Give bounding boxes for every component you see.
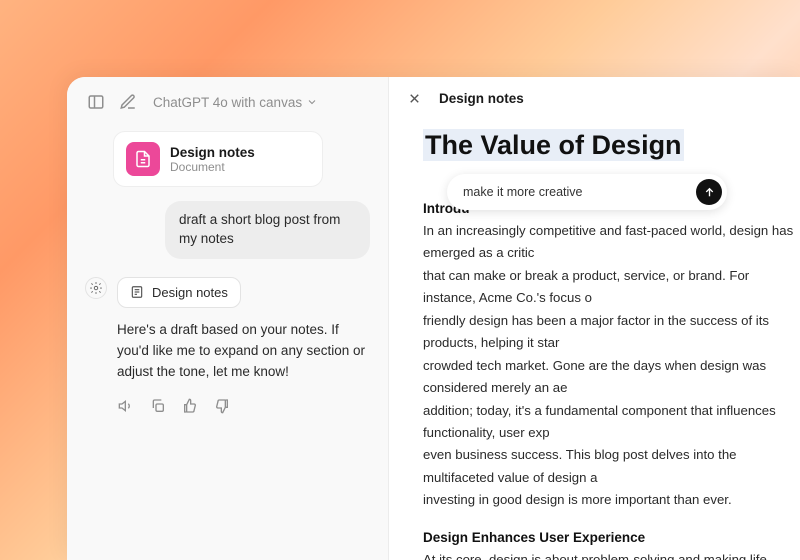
attachment-title: Design notes [170, 145, 255, 160]
thumbs-down-icon[interactable] [213, 397, 231, 415]
canvas-pane: Design notes The Value of Design make it… [389, 77, 800, 560]
document-small-icon [130, 285, 144, 299]
chevron-down-icon [306, 96, 318, 108]
canvas-reference-chip[interactable]: Design notes [117, 277, 241, 308]
read-aloud-icon[interactable] [117, 397, 135, 415]
attachment-subtitle: Document [170, 160, 255, 174]
assistant-row: Design notes Here's a draft based on you… [85, 277, 370, 415]
chat-topbar: ChatGPT 4o with canvas [85, 91, 370, 113]
document-body: The Value of Design make it more creativ… [389, 120, 800, 560]
attachment-card[interactable]: Design notes Document [113, 131, 323, 187]
message-actions [117, 397, 370, 415]
section-body-2: At its core, design is about problem-sol… [423, 549, 800, 560]
document-icon [126, 142, 160, 176]
assistant-text: Here's a draft based on your notes. If y… [117, 320, 370, 383]
copy-icon[interactable] [149, 397, 167, 415]
reference-label: Design notes [152, 285, 228, 300]
inline-prompt-input[interactable]: make it more creative [447, 174, 727, 210]
close-icon[interactable] [407, 91, 425, 106]
thumbs-up-icon[interactable] [181, 397, 199, 415]
canvas-header: Design notes [389, 77, 800, 120]
model-label: ChatGPT 4o with canvas [153, 95, 302, 110]
assistant-avatar-icon [85, 277, 107, 299]
user-message: draft a short blog post from my notes [165, 201, 370, 259]
canvas-title: Design notes [439, 91, 524, 106]
section-body-1: In an increasingly competitive and fast-… [423, 220, 800, 512]
arrow-up-icon [703, 186, 716, 199]
document-heading[interactable]: The Value of Design [423, 129, 684, 161]
section-heading-2: Design Enhances User Experience [423, 530, 800, 545]
new-chat-icon[interactable] [117, 91, 139, 113]
chat-pane: ChatGPT 4o with canvas Design notes Docu… [67, 77, 389, 560]
send-button[interactable] [696, 179, 722, 205]
inline-prompt-text: make it more creative [463, 185, 696, 199]
app-window: ChatGPT 4o with canvas Design notes Docu… [67, 77, 800, 560]
sidebar-toggle-icon[interactable] [85, 91, 107, 113]
model-selector[interactable]: ChatGPT 4o with canvas [153, 95, 318, 110]
